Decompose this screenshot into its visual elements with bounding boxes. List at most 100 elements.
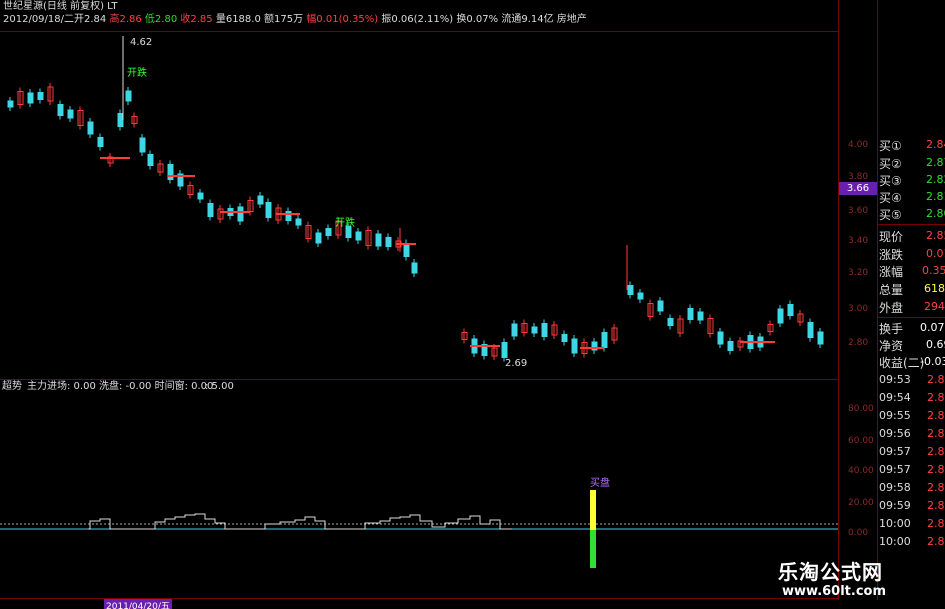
signal-label-mid: 开跌 (335, 218, 355, 229)
candle-body (207, 203, 214, 217)
tick-time: 09:59 (879, 499, 911, 512)
indicator-name: 超势 (2, 381, 22, 392)
buy-4-value: 2.81 (926, 190, 945, 203)
stat-label-outer: 外盘 (879, 301, 904, 315)
candle-body (27, 92, 34, 104)
candle-body (601, 332, 608, 348)
tick-price: 2.85 (927, 517, 945, 530)
watermark-title: 乐淘公式网 (778, 560, 883, 584)
price-tick: 3.20 (848, 268, 869, 278)
candlestick-chart[interactable] (0, 0, 945, 609)
indicator-tick: 0.00 (848, 528, 869, 538)
candle-body (627, 285, 634, 295)
tick-time: 09:55 (879, 409, 911, 422)
stat-value-outer: 2940 (924, 300, 945, 313)
candle-body (295, 218, 302, 226)
stat-label-eps: 收益(二) (879, 356, 925, 370)
signal-bar-green (590, 530, 596, 568)
candle-body (325, 228, 332, 236)
candle-body (117, 113, 124, 127)
high-annotation: 4.62 (130, 37, 153, 48)
stat-label-volume: 总量 (879, 283, 904, 297)
indicator-step-line (88, 513, 512, 530)
tick-price: 2.85 (927, 499, 945, 512)
tick-price: 2.85 (927, 535, 945, 548)
stat-value-volume: 6188 (924, 282, 945, 295)
candle-body (697, 311, 704, 321)
stat-value-change: 0.01 (926, 247, 945, 260)
candle-body (687, 308, 694, 320)
price-tick: 3.00 (848, 304, 869, 314)
price-tick: 3.60 (848, 206, 869, 216)
tick-price: 2.85 (927, 445, 945, 458)
tick-time: 09:56 (879, 427, 911, 440)
buy-3-label: 买③ (879, 174, 902, 188)
candle-body (7, 100, 14, 108)
tick-price: 2.85 (927, 481, 945, 494)
candle-body (385, 237, 392, 247)
tick-price: 2.85 (927, 463, 945, 476)
stat-value-net-assets: 0.69 (926, 338, 945, 351)
date-axis-label: 2011/04/20/五 (104, 599, 172, 609)
candle-body (167, 164, 174, 180)
indicator-tick: 80.00 (848, 404, 874, 414)
stat-value-change-pct: 0.35% (922, 264, 945, 277)
indicator-tick: 20.00 (848, 498, 874, 508)
candle-body (237, 206, 244, 222)
buy-5-label: 买⑤ (879, 208, 902, 222)
low-annotation: 2.69 (505, 358, 528, 369)
candle-body (411, 262, 418, 274)
candle-body (265, 202, 272, 218)
tick-time: 09:53 (879, 373, 911, 386)
buy-5-value: 2.80 (926, 207, 945, 220)
tick-time: 09:54 (879, 391, 911, 404)
candle-body (197, 192, 204, 200)
tick-time: 09:58 (879, 481, 911, 494)
candle-body (147, 154, 154, 166)
candle-body (561, 334, 568, 342)
tick-price: 2.85 (927, 391, 945, 404)
candle-body (541, 323, 548, 337)
stock-chart-window: 世纪星源(日线 前复权) LT 2012/09/18/二开2.84 高2.86 … (0, 0, 945, 609)
current-price-tag: 3.66 (839, 182, 877, 195)
candle-body (315, 232, 322, 244)
candle-body (97, 137, 104, 147)
watermark-url: www.60lt.com (782, 584, 887, 599)
indicator-values: 主力进场: 0.00 洗盘: -0.00 时间窗: 0.00 (27, 381, 214, 392)
candle-body (787, 304, 794, 316)
candle-body (637, 292, 644, 300)
candle-body (657, 300, 664, 312)
tick-time: 10:00 (879, 535, 911, 548)
buy-4-label: 买④ (879, 191, 902, 205)
candle-body (777, 308, 784, 324)
candle-body (285, 211, 292, 221)
candle-body (571, 338, 578, 354)
stat-value-turnover: 0.07% (920, 321, 945, 334)
indicator-extra: : 5.00 (205, 381, 234, 392)
buy-1-label: 买① (879, 139, 902, 153)
tick-price: 2.85 (927, 409, 945, 422)
stat-label-change: 涨跌 (879, 248, 904, 262)
tick-time: 10:00 (879, 517, 911, 530)
indicator-tick: 40.00 (848, 466, 874, 476)
candle-body (257, 195, 264, 205)
price-tick: 3.80 (848, 172, 869, 182)
price-tick: 3.40 (848, 236, 869, 246)
candle-body (807, 322, 814, 338)
buy-2-value: 2.87 (926, 156, 945, 169)
candle-body (375, 233, 382, 247)
candle-body (501, 342, 508, 358)
indicator-tick: 60.00 (848, 436, 874, 446)
candle-body (139, 137, 146, 153)
candle-body (717, 331, 724, 345)
candle-body (67, 109, 74, 119)
candle-body (87, 121, 94, 135)
stat-value-price: 2.85 (926, 229, 945, 242)
candle-body (667, 318, 674, 326)
candle-body (355, 231, 362, 241)
candle-body (531, 326, 538, 334)
candle-body (727, 341, 734, 351)
panel-divider-1 (877, 224, 945, 225)
buy-3-value: 2.82 (926, 173, 945, 186)
price-tick: 4.00 (848, 140, 869, 150)
